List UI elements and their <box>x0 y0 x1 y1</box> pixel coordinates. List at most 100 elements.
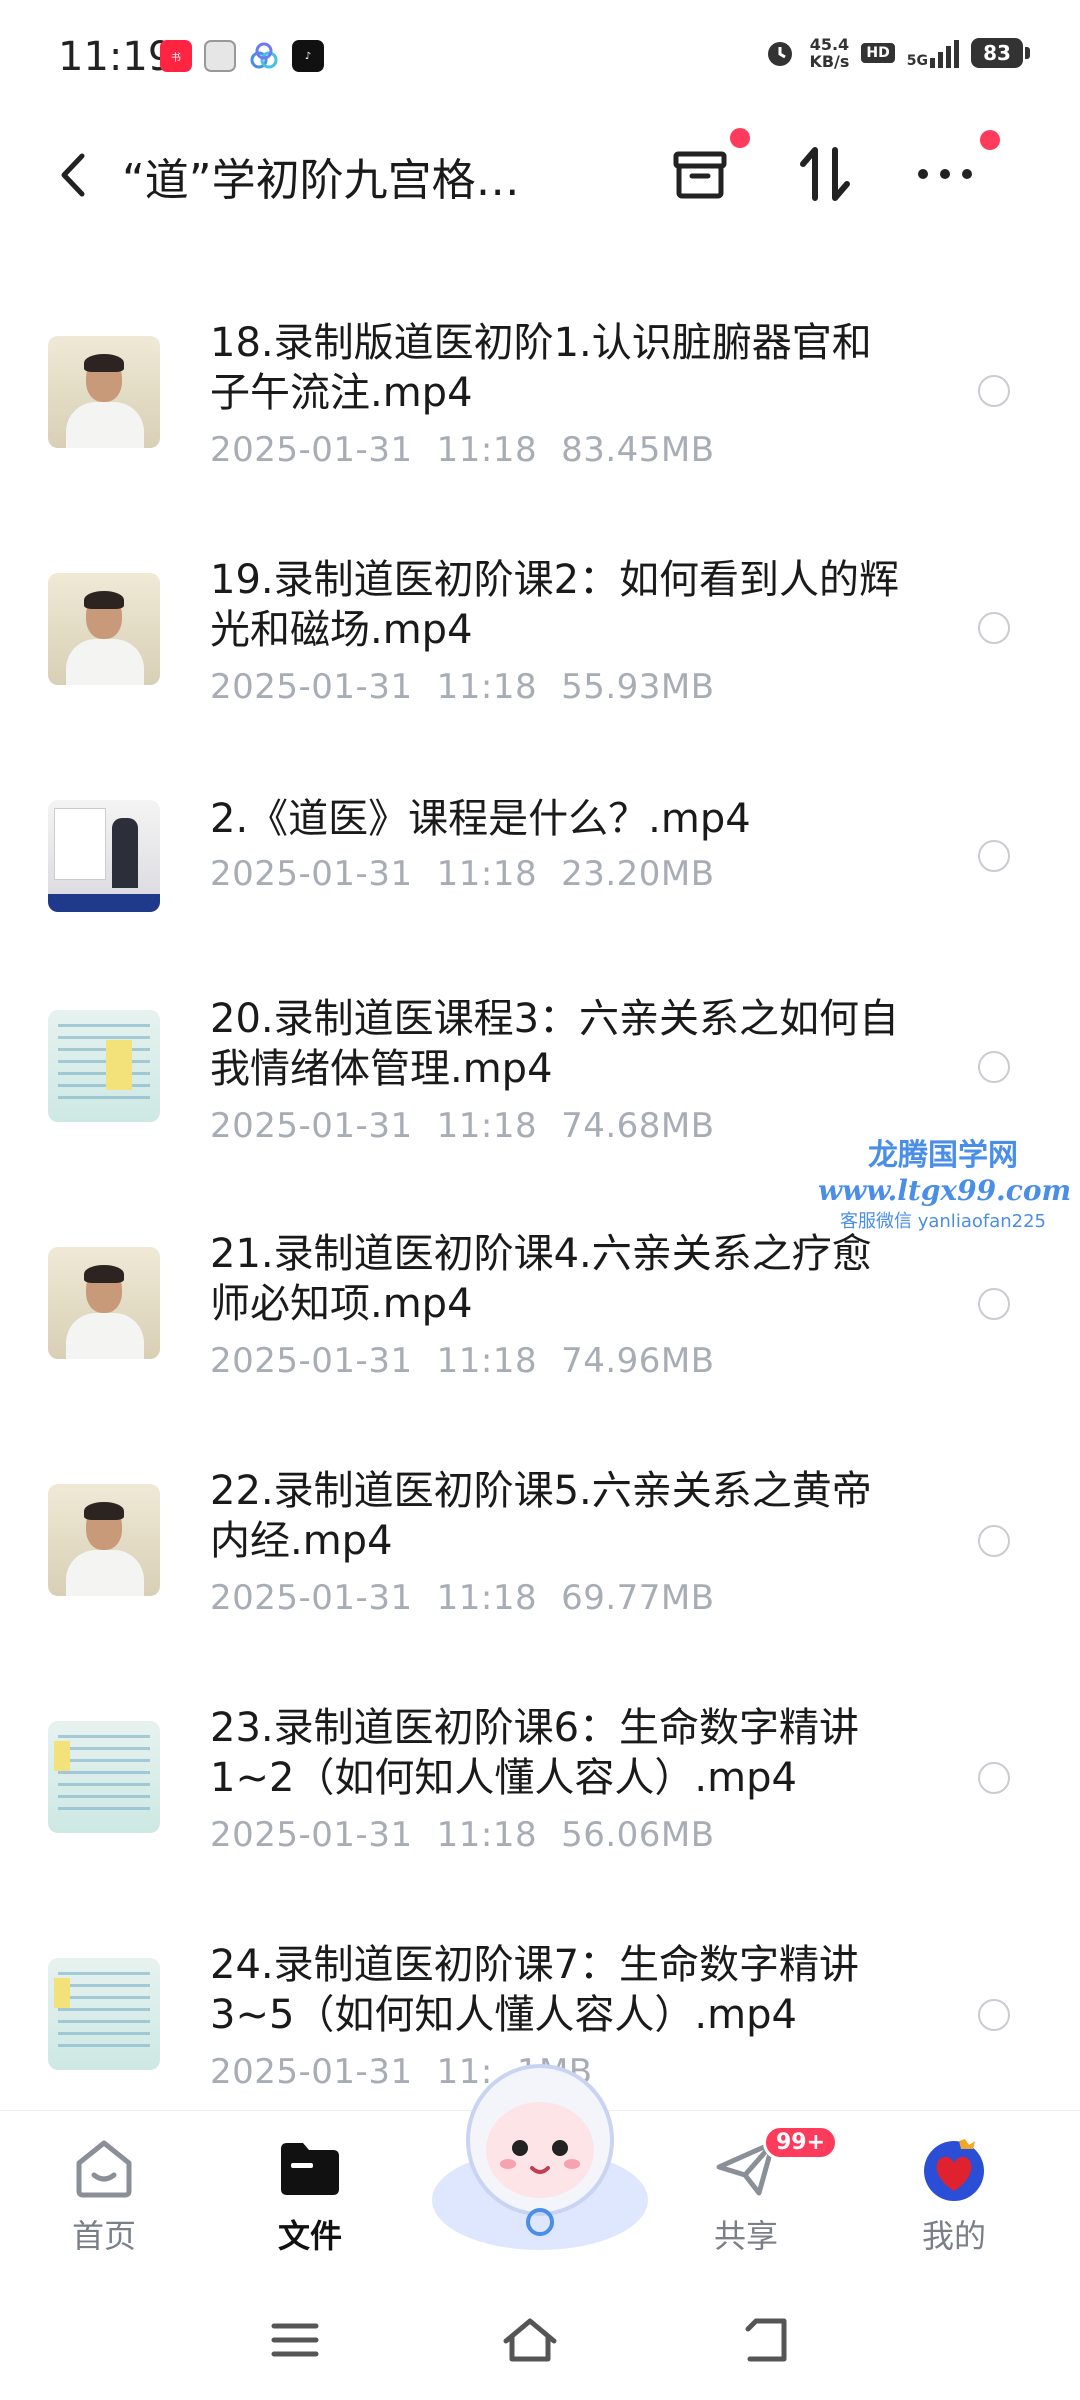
file-meta: 2025-01-31 11:18 56.06MB <box>210 1815 739 1855</box>
page-title: “道”学初阶九宫格… <box>122 155 520 206</box>
file-meta: 2025-01-31 11:18 55.93MB <box>210 667 739 707</box>
video-thumbnail <box>48 573 160 685</box>
share-icon: 99+ <box>711 2125 839 2203</box>
file-date: 2025-01-31 <box>210 1106 413 1146</box>
tiktok-icon: ♪ <box>292 40 324 72</box>
back-nav-button[interactable] <box>735 2310 795 2370</box>
tab-files[interactable]: 文件 <box>250 2133 370 2257</box>
share-badge: 99+ <box>763 2125 839 2160</box>
folder-icon <box>275 2133 345 2203</box>
tab-profile[interactable]: 我的 <box>894 2133 1014 2257</box>
file-date: 2025-01-31 <box>210 1578 413 1618</box>
cloud-drive-icon <box>248 40 280 72</box>
mascot-icon <box>432 2064 648 2250</box>
select-radio[interactable] <box>978 1525 1010 1557</box>
select-radio[interactable] <box>978 840 1010 872</box>
file-date: 2025-01-31 <box>210 430 413 470</box>
status-bar: 11:19 书 ♪ 45.4 KB/s HD 5G 83 <box>0 0 1080 120</box>
select-radio[interactable] <box>978 1762 1010 1794</box>
video-thumbnail <box>48 800 160 912</box>
file-row[interactable]: 2.《道医》课程是什么？.mp4 2025-01-31 11:18 23.20MB <box>0 764 1080 954</box>
assistant-mascot-button[interactable] <box>428 2050 652 2260</box>
file-time: 11:18 <box>436 430 538 470</box>
select-radio[interactable] <box>978 1051 1010 1083</box>
tab-files-label: 文件 <box>277 2217 342 2255</box>
profile-icon <box>919 2133 989 2203</box>
file-row[interactable]: 18.录制版道医初阶1.认识脏腑器官和子午流注.mp4 2025-01-31 11… <box>0 290 1080 527</box>
select-radio[interactable] <box>978 1288 1010 1320</box>
status-time: 11:19 <box>58 34 174 80</box>
file-size: 55.93MB <box>561 667 715 707</box>
sort-button[interactable] <box>785 134 865 214</box>
watermark-url: www.ltgx99.com <box>818 1174 1072 1207</box>
file-meta: 2025-01-31 11:18 23.20MB <box>210 854 739 894</box>
file-meta: 2025-01-31 11:18 74.68MB <box>210 1106 739 1146</box>
watermark-contact: 客服微信 yanliaofan225 <box>840 1211 1046 1232</box>
back-icon <box>61 153 85 197</box>
video-thumbnail <box>48 336 160 448</box>
watermark-title: 龙腾国学网 <box>868 1138 1018 1173</box>
hd-indicator: HD <box>861 43 895 63</box>
select-radio[interactable] <box>978 1999 1010 2031</box>
network-type: 5G <box>906 53 928 69</box>
file-size: 23.20MB <box>561 854 715 894</box>
xiaohongshu-icon: 书 <box>160 40 192 72</box>
file-size: 56.06MB <box>561 1815 715 1855</box>
file-name: 18.录制版道医初阶1.认识脏腑器官和子午流注.mp4 <box>210 320 872 416</box>
back-button[interactable] <box>48 140 98 210</box>
file-time: 11:18 <box>436 667 538 707</box>
more-button[interactable] <box>905 130 1000 214</box>
back-nav-icon <box>745 2318 787 2362</box>
video-thumbnail <box>48 1010 160 1122</box>
battery-level: 83 <box>971 38 1023 68</box>
file-row[interactable]: 19.录制道医初阶课2：如何看到人的辉光和磁场.mp4 2025-01-31 11… <box>0 527 1080 764</box>
select-radio[interactable] <box>978 375 1010 407</box>
system-nav-bar <box>0 2280 1080 2400</box>
video-thumbnail <box>48 1484 160 1596</box>
file-time: 11:18 <box>436 1815 538 1855</box>
archive-icon <box>673 151 727 199</box>
archive-notification-dot <box>730 128 750 148</box>
file-time: 11:18 <box>436 854 538 894</box>
folder-header: “道”学初阶九宫格… <box>0 120 1080 230</box>
select-radio[interactable] <box>978 612 1010 644</box>
file-name: 23.录制道医初阶课6：生命数字精讲1~2（如何知人懂人容人）.mp4 <box>210 1705 860 1801</box>
home-nav-button[interactable] <box>500 2310 560 2370</box>
home-icon <box>69 2133 139 2203</box>
home-nav-icon <box>503 2318 557 2362</box>
file-time: 11:18 <box>436 1341 538 1381</box>
file-time: 11:18 <box>436 1106 538 1146</box>
signal-icon <box>930 38 959 68</box>
file-name: 21.录制道医初阶课4.六亲关系之疗愈师必知项.mp4 <box>210 1231 872 1327</box>
video-thumbnail <box>48 1247 160 1359</box>
file-date: 2025-01-31 <box>210 854 413 894</box>
file-date: 2025-01-31 <box>210 667 413 707</box>
file-date: 2025-01-31 <box>210 1815 413 1855</box>
file-meta: 2025-01-31 11:18 74.96MB <box>210 1341 739 1381</box>
file-name: 20.录制道医课程3：六亲关系之如何自我情绪体管理.mp4 <box>210 996 900 1092</box>
more-icon <box>918 169 972 179</box>
network-speed-value: 45.4 <box>809 35 850 54</box>
battery-icon: 83 <box>971 38 1030 68</box>
tab-share-label: 共享 <box>713 2217 778 2255</box>
menu-icon <box>271 2323 319 2357</box>
network-speed-unit: KB/s <box>809 52 850 71</box>
tab-share[interactable]: 99+ 共享 <box>686 2125 839 2257</box>
file-name: 2.《道医》课程是什么？.mp4 <box>210 796 751 842</box>
file-row[interactable]: 22.录制道医初阶课5.六亲关系之黄帝内经.mp4 2025-01-31 11:1… <box>0 1428 1080 1665</box>
video-thumbnail <box>48 1721 160 1833</box>
file-size: 74.68MB <box>561 1106 715 1146</box>
file-name: 24.录制道医初阶课7：生命数字精讲3~5（如何知人懂人容人）.mp4 <box>210 1942 860 2038</box>
file-row[interactable]: 23.录制道医初阶课6：生命数字精讲1~2（如何知人懂人容人）.mp4 2025… <box>0 1665 1080 1902</box>
tab-profile-label: 我的 <box>921 2217 986 2255</box>
sort-icon <box>800 147 850 201</box>
recents-button[interactable] <box>265 2310 325 2370</box>
alarm-icon <box>768 42 793 66</box>
file-date: 2025-01-31 <box>210 2052 413 2092</box>
file-size: 83.45MB <box>561 430 715 470</box>
file-meta: 2025-01-31 11:18 69.77MB <box>210 1578 739 1618</box>
tab-home[interactable]: 首页 <box>44 2133 164 2257</box>
more-notification-dot <box>980 130 1000 150</box>
archive-button[interactable] <box>660 128 750 214</box>
file-date: 2025-01-31 <box>210 1341 413 1381</box>
